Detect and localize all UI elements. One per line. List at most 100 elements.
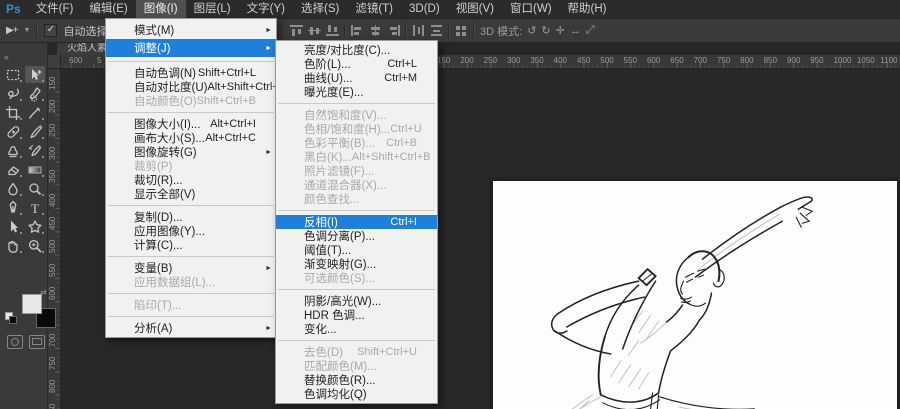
menubar-item[interactable]: 图层(L) [186,0,239,18]
align-horizontal-centers-icon[interactable] [369,25,382,36]
custom-shape-tool[interactable] [25,218,45,235]
ruler-number: 1100 [880,56,898,65]
menu-item[interactable]: 色调均化(Q) [276,387,437,401]
align-top-edges-icon[interactable] [290,25,303,36]
rectangular-marquee-tool[interactable] [3,66,23,83]
quick-selection-tool[interactable] [25,85,45,102]
collapse-panel-icon[interactable]: « [4,52,9,62]
menu-item[interactable]: 阈值(T)... [276,243,437,257]
menu-item[interactable]: 显示全部(V) [106,187,276,201]
menu-item[interactable]: 计算(C)... [106,238,276,252]
ruler-number: 350 [530,56,544,65]
menu-item[interactable]: HDR 色调... [276,308,437,322]
history-brush-tool[interactable] [25,142,45,159]
menubar-item[interactable]: 图像(I) [135,0,186,18]
slide-3d-icon[interactable]: ↔ [570,25,581,37]
align-vertical-centers-icon[interactable] [308,25,321,36]
blur-tool[interactable] [3,180,23,197]
menubar-item[interactable]: 编辑(E) [81,0,135,18]
menu-item: 色彩平衡(B)... Ctrl+B [304,137,417,150]
menu-item[interactable]: 自动色调(N) Shift+Ctrl+L [106,66,276,80]
menu-item[interactable]: 亮度/对比度(C)... [276,43,437,57]
ruler-corner[interactable] [47,55,61,69]
auto-select-checkbox[interactable]: ✓ [44,24,58,37]
auto-align-layers-icon[interactable] [455,25,468,36]
menu-item[interactable]: 阴影/高光(W)... [276,294,437,308]
move-tool[interactable] [25,66,45,83]
menu-item[interactable]: 色阶(L)... Ctrl+L [276,57,437,71]
menu-item[interactable]: 图像旋转(G) ► [106,145,276,159]
align-right-edges-icon[interactable] [387,25,400,36]
ruler-number: 550 [48,263,57,277]
eyedropper-tool[interactable] [25,104,45,121]
scale-3d-icon[interactable]: ⤢ [586,24,595,37]
spot-healing-tool[interactable] [3,123,23,140]
menubar-item[interactable]: 3D(D) [401,0,448,18]
zoom-tool[interactable] [25,237,45,254]
menu-separator [108,256,274,257]
menu-item[interactable]: 应用图像(Y)... [106,224,276,238]
menubar-item[interactable]: 文件(F) [28,0,82,18]
menubar-item[interactable]: 选择(S) [293,0,347,18]
menu-item[interactable]: 分析(A) ► [106,321,276,335]
menubar-item[interactable]: 帮助(H) [560,0,615,18]
menu-item[interactable]: 自动对比度(U) Alt+Shift+Ctrl+L [106,80,285,94]
hand-tool[interactable] [3,237,23,254]
menu-item[interactable]: 变化... [276,322,437,336]
image-menu-dropdown: 模式(M) ► 调整(J) ► 自动色调(N) Shift+Ctrl+L 自动对比度(U) A… [105,18,285,338]
menu-item: 照片滤镜(F)... [304,166,375,178]
menu-item[interactable]: 调整(J) ► [106,39,276,57]
roll-3d-icon[interactable]: ↻ [541,24,550,37]
menubar-item[interactable]: 窗口(W) [502,0,560,18]
menu-item[interactable]: 反相(I) Ctrl+I [276,215,437,229]
ruler-number: 1050 [856,56,875,65]
menu-item[interactable]: 裁切(R)... [106,173,276,187]
eraser-tool[interactable] [3,161,23,178]
menu-item[interactable]: 渐变映射(G)... [276,257,437,271]
menubar-item[interactable]: 滤镜(T) [347,0,401,18]
vertical-ruler[interactable]: 1502002503003504004505005506006507007508… [47,68,61,409]
menu-item[interactable]: 曲线(U)... Ctrl+M [276,71,437,85]
menu-item[interactable]: 变量(B) ► [106,261,276,275]
menu-item[interactable]: 色调分离(P)... [276,229,437,243]
type-tool[interactable]: T [25,199,45,216]
menu-item[interactable]: 画布大小(S)... Alt+Ctrl+C [106,131,276,145]
menu-separator [278,340,435,341]
ruler-number: 800 [48,379,57,394]
screen-mode-icon[interactable] [29,335,45,349]
gradient-tool[interactable] [25,161,45,178]
menu-item: 自动颜色(O) Shift+Ctrl+B [134,95,256,108]
distribute-vertical-icon[interactable] [431,24,442,37]
ruler-number: 400 [553,56,567,65]
menubar-item[interactable]: 文字(Y) [239,0,293,18]
menu-item[interactable]: 复制(D)... [106,210,276,224]
menubar-item[interactable]: 视图(V) [448,0,502,18]
align-left-edges-icon[interactable] [351,25,364,36]
rotate-3d-icon[interactable]: ↺ [527,24,536,37]
brush-tool[interactable] [25,123,45,140]
dodge-tool[interactable] [25,180,45,197]
menu-item[interactable]: 曝光度(E)... [276,85,437,99]
menu-item[interactable]: 图像大小(I)... Alt+Ctrl+I [106,117,276,131]
custom-shape-icon [28,219,42,233]
preset-dropdown-icon[interactable]: ▼ [24,27,31,34]
options-separator [344,23,346,38]
menu-item: 颜色查找... [304,194,360,206]
document-canvas[interactable] [493,181,897,409]
menu-item: 黑白(K)... Alt+Shift+Ctrl+B [304,151,431,164]
distribute-horizontal-icon[interactable] [412,25,425,36]
menu-item[interactable]: 模式(M) ► [106,21,276,39]
align-bottom-edges-icon[interactable] [326,25,339,36]
move-tool-preset-icon[interactable]: ▶+ [6,25,18,36]
crop-tool[interactable] [3,104,23,121]
clone-stamp-tool[interactable] [3,142,23,159]
path-selection-tool[interactable] [3,218,23,235]
quick-mask-mode-icon[interactable] [7,335,23,349]
foreground-color-swatch[interactable] [22,294,42,314]
drag-3d-icon[interactable]: ✛ [556,24,565,37]
pen-tool[interactable] [3,199,23,216]
menu-item: 通道混合器(X)... [304,180,387,192]
menu-item[interactable]: 替换颜色(R)... [276,373,437,387]
lasso-tool[interactable] [3,85,23,102]
default-colors-bg-icon[interactable] [9,316,17,324]
